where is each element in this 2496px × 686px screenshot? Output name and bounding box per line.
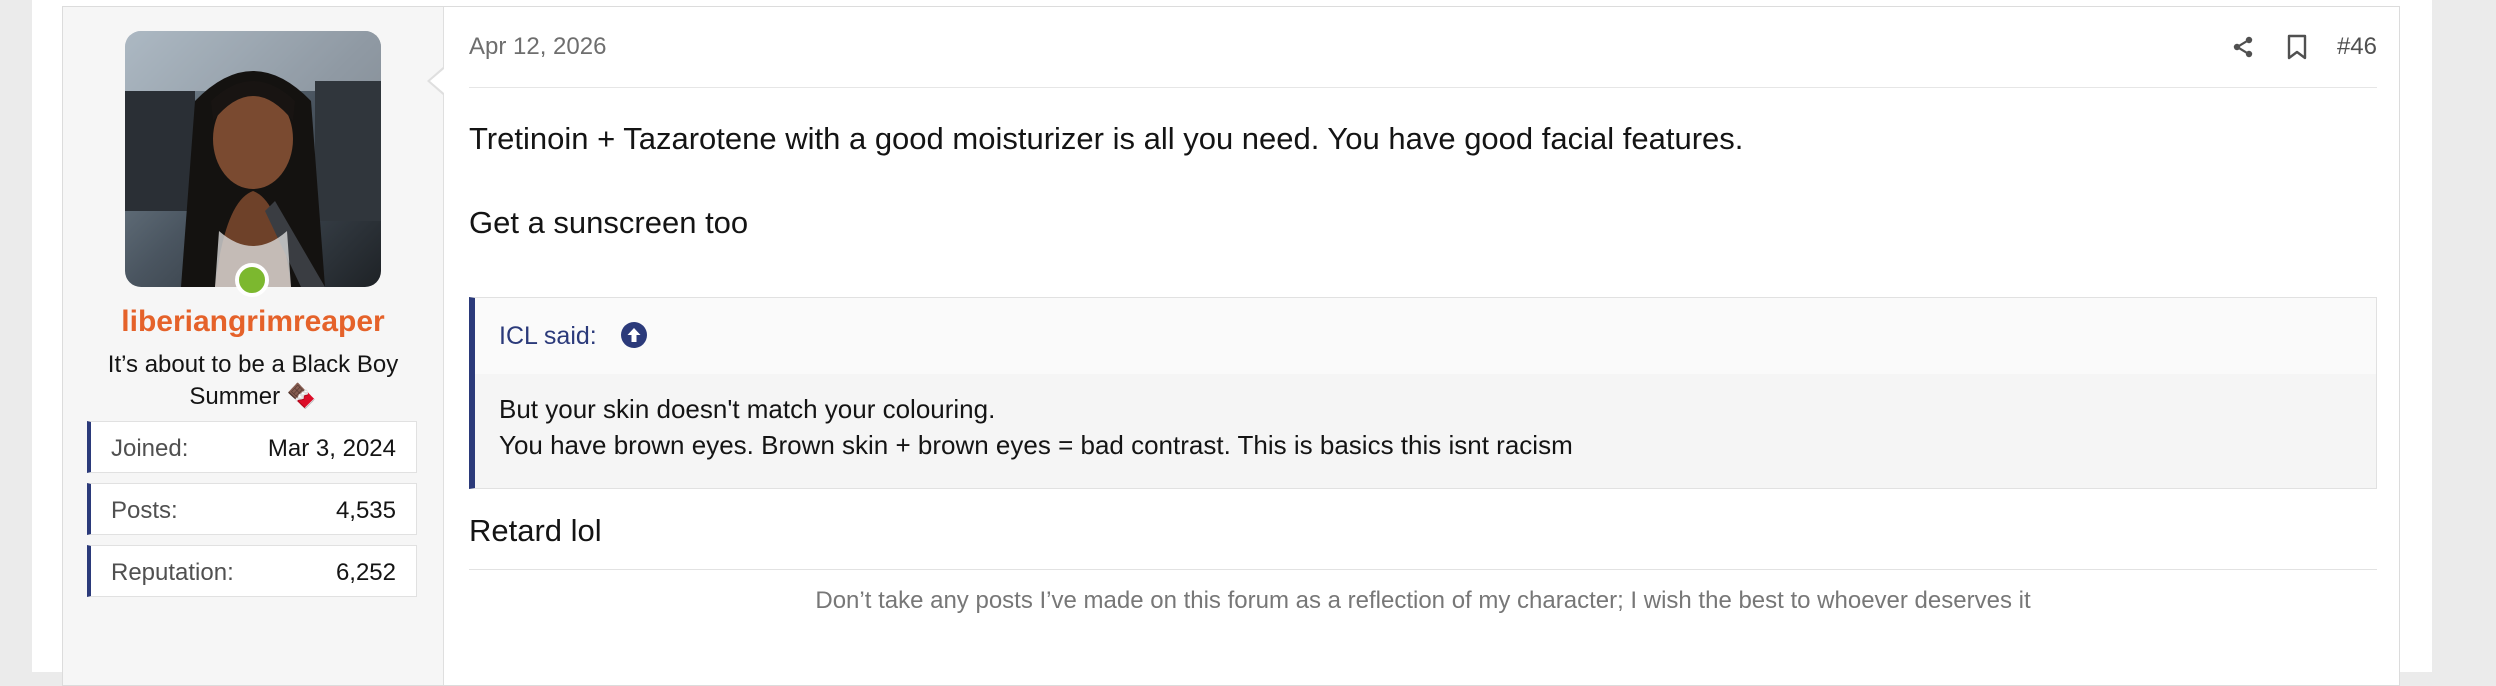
stat-reputation: Reputation: 6,252 [87, 545, 417, 597]
user-sidebar: liberiangrimreaper It’s about to be a Bl… [63, 7, 444, 685]
message-arrow-fill [430, 69, 444, 93]
stat-label: Joined: [111, 435, 189, 462]
bookmark-icon[interactable] [2283, 33, 2311, 61]
quote-block: ICL said: But your skin doesn't match yo… [469, 297, 2377, 489]
post-text-line: Get a sunscreen too [469, 205, 749, 240]
user-title: It’s about to be a Black Boy Summer 🍫 [107, 351, 399, 410]
post-date[interactable]: Apr 12, 2026 [469, 33, 606, 61]
post-text-line: Tretinoin + Tazarotene with a good moist… [469, 121, 1744, 156]
stat-joined: Joined: Mar 3, 2024 [87, 421, 417, 473]
stat-label: Reputation: [111, 559, 234, 586]
forum-post: liberiangrimreaper It’s about to be a Bl… [62, 6, 2400, 686]
stat-value: 4,535 [335, 497, 396, 524]
username[interactable]: liberiangrimreaper [63, 305, 443, 339]
stat-value: Mar 3, 2024 [267, 435, 396, 462]
stat-label: Posts: [111, 497, 178, 524]
avatar-photo [125, 31, 381, 287]
quote-text-line: You have brown eyes. Brown skin + brown … [499, 430, 1573, 460]
post-content: Apr 12, 2026 #46 Tretinoin + Tazarotene … [469, 7, 2377, 685]
avatar[interactable] [125, 31, 381, 287]
quote-author-link[interactable]: ICL said: [499, 322, 597, 351]
arrow-up-circle-icon[interactable] [619, 320, 649, 350]
post-actions: #46 [2229, 29, 2377, 65]
online-status-indicator [235, 263, 269, 297]
stat-value: 6,252 [335, 559, 396, 586]
post-number-link[interactable]: #46 [2337, 33, 2377, 61]
quote-text-line: But your skin doesn't match your colouri… [499, 394, 996, 424]
quote-header: ICL said: [475, 298, 2376, 374]
stat-posts: Posts: 4,535 [87, 483, 417, 535]
share-icon[interactable] [2229, 33, 2257, 61]
header-divider [469, 87, 2377, 88]
signature: Don’t take any posts I’ve made on this f… [815, 587, 2031, 614]
signature-divider [469, 569, 2377, 570]
post-reply-text: Retard lol [469, 513, 602, 548]
